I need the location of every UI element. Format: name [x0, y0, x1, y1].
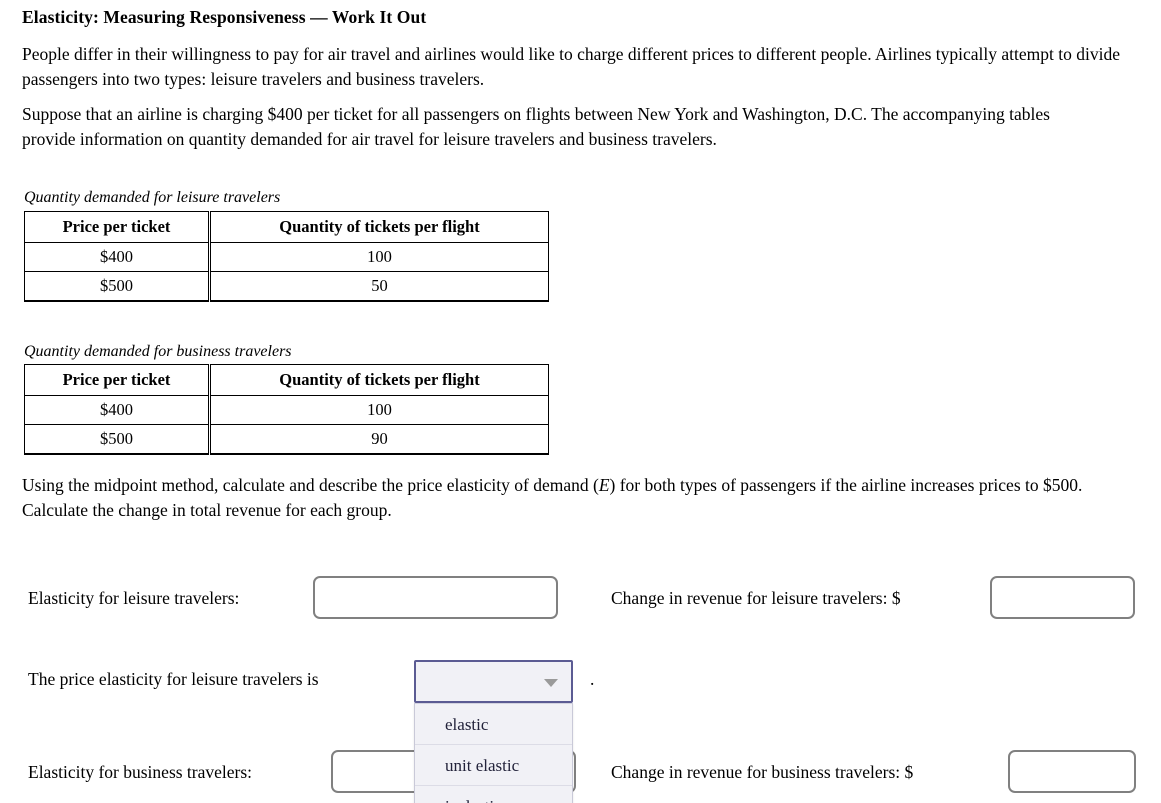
sentence-period: . — [590, 669, 595, 689]
table-row: $500 90 — [24, 424, 549, 454]
table-header-row: Price per ticket Quantity of tickets per… — [24, 211, 549, 243]
label-elasticity-business: Elasticity for business travelers: — [28, 762, 253, 782]
cell-price: $500 — [24, 424, 211, 454]
dropdown-option-elastic[interactable]: elastic — [415, 703, 572, 744]
dropdown-option-unit-elastic[interactable]: unit elastic — [415, 744, 572, 785]
dropdown-option-inelastic[interactable]: inelastic — [415, 785, 572, 803]
table-row: $500 50 — [24, 271, 549, 301]
input-elasticity-leisure[interactable] — [313, 576, 558, 619]
dropdown-selected-value — [416, 662, 571, 672]
leisure-demand-table: Price per ticket Quantity of tickets per… — [24, 211, 549, 302]
task-paragraph: Using the midpoint method, calculate and… — [22, 473, 1132, 523]
table-header-row: Price per ticket Quantity of tickets per… — [24, 364, 549, 396]
elasticity-symbol: E — [598, 475, 610, 495]
task-text-before: Using the midpoint method, calculate and… — [22, 475, 599, 495]
label-elasticity-sentence: The price elasticity for leisure travele… — [28, 669, 319, 689]
column-header-quantity: Quantity of tickets per flight — [209, 364, 549, 396]
cell-quantity: 100 — [209, 395, 549, 425]
setup-paragraph: Suppose that an airline is charging $400… — [22, 104, 1050, 149]
label-elasticity-leisure: Elasticity for leisure travelers: — [28, 588, 240, 608]
cell-quantity: 100 — [209, 242, 549, 272]
input-revenue-leisure[interactable] — [990, 576, 1135, 619]
label-revenue-business: Change in revenue for business travelers… — [611, 762, 914, 782]
intro-paragraph: People differ in their willingness to pa… — [22, 44, 1120, 89]
cell-quantity: 50 — [209, 271, 549, 301]
column-header-quantity: Quantity of tickets per flight — [209, 211, 549, 243]
column-header-price: Price per ticket — [24, 211, 211, 243]
worksheet-page: Elasticity: Measuring Responsiveness — W… — [0, 0, 1161, 803]
input-revenue-business[interactable] — [1008, 750, 1136, 793]
cell-price: $400 — [24, 395, 211, 425]
table-row: $400 100 — [24, 242, 549, 272]
table-row: $400 100 — [24, 395, 549, 425]
cell-price: $400 — [24, 242, 211, 272]
cell-price: $500 — [24, 271, 211, 301]
column-header-price: Price per ticket — [24, 364, 211, 396]
business-demand-table: Price per ticket Quantity of tickets per… — [24, 364, 549, 455]
label-revenue-leisure: Change in revenue for leisure travelers:… — [611, 588, 901, 608]
leisure-table-caption: Quantity demanded for leisure travelers — [24, 189, 281, 206]
page-title: Elasticity: Measuring Responsiveness — W… — [22, 7, 427, 27]
dropdown-option-list: elastic unit elastic inelastic — [414, 703, 573, 803]
cell-quantity: 90 — [209, 424, 549, 454]
dropdown-toggle-button[interactable] — [414, 660, 573, 703]
elasticity-type-dropdown[interactable]: elastic unit elastic inelastic — [414, 660, 573, 803]
business-table-caption: Quantity demanded for business travelers — [24, 343, 292, 360]
chevron-down-icon — [544, 679, 558, 687]
